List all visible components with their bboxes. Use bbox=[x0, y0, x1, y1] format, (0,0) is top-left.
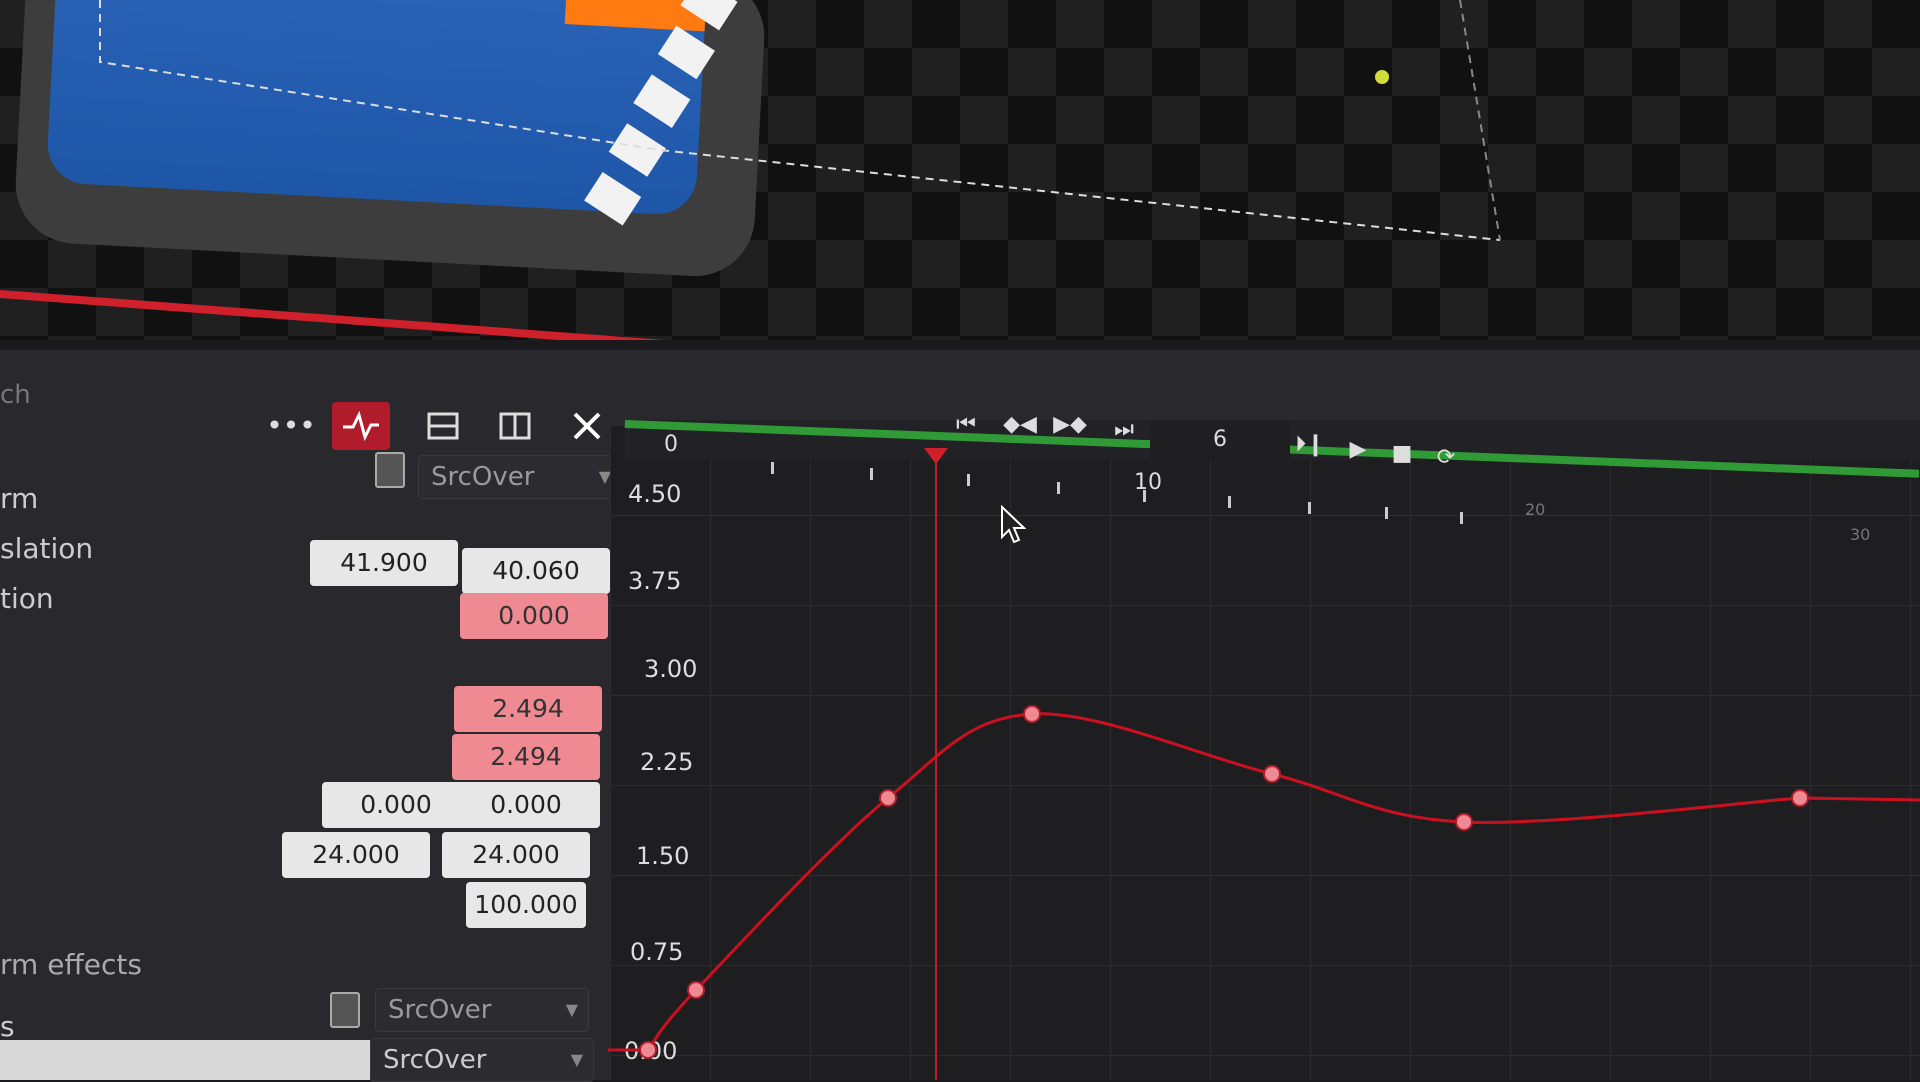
mouse-cursor-icon bbox=[1001, 505, 1026, 544]
keyframe-point[interactable] bbox=[1263, 765, 1281, 783]
go-to-start-button[interactable]: ⏮ bbox=[946, 405, 986, 445]
playhead-marker[interactable] bbox=[924, 448, 948, 464]
keyframe-point[interactable] bbox=[879, 789, 897, 807]
keyframe-point[interactable] bbox=[639, 1041, 657, 1059]
loop-icon: ⟳ bbox=[1436, 445, 1456, 470]
go-to-start-icon: ⏮ bbox=[956, 412, 976, 437]
keyframe-point[interactable] bbox=[687, 981, 705, 999]
stop-button[interactable]: ■ bbox=[1382, 434, 1422, 474]
go-to-end-icon: ⏭ bbox=[1114, 417, 1134, 442]
next-keyframe-icon: ▶◆ bbox=[1053, 412, 1087, 437]
play-icon: ▶ bbox=[1349, 437, 1367, 462]
animation-curve[interactable] bbox=[608, 712, 1920, 1052]
loop-button[interactable]: ⟳ bbox=[1426, 438, 1466, 478]
step-forward-icon: ⏵❙ bbox=[1295, 432, 1325, 457]
stop-icon: ■ bbox=[1391, 441, 1413, 466]
keyframe-point[interactable] bbox=[1791, 789, 1809, 807]
play-button[interactable]: ▶ bbox=[1338, 430, 1378, 470]
prev-keyframe-icon: ◆◀ bbox=[1003, 412, 1037, 437]
animation-curve-plot[interactable] bbox=[0, 0, 1920, 1080]
next-keyframe-button[interactable]: ▶◆ bbox=[1050, 405, 1090, 445]
go-to-end-button[interactable]: ⏭ bbox=[1104, 410, 1144, 450]
keyframe-point[interactable] bbox=[1023, 705, 1041, 723]
step-forward-button[interactable]: ⏵❙ bbox=[1290, 425, 1330, 465]
prev-keyframe-button[interactable]: ◆◀ bbox=[1000, 405, 1040, 445]
current-frame-field[interactable]: 6 bbox=[1150, 420, 1290, 460]
keyframe-point[interactable] bbox=[1455, 813, 1473, 831]
